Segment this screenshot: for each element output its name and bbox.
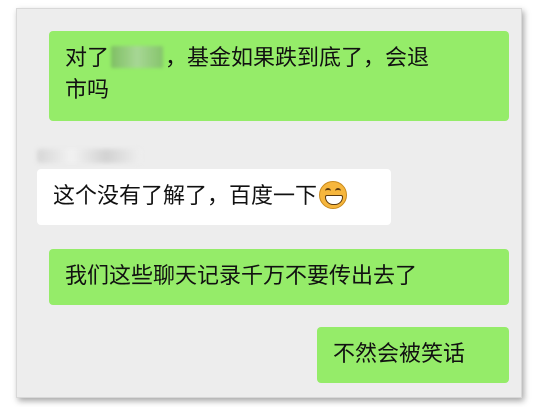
message-bubble-sent[interactable]: 我们这些聊天记录千万不要传出去了 xyxy=(49,249,509,305)
message-text: ，基金如果跌到底了，会退 xyxy=(165,46,430,71)
message-line: 对了 ，基金如果跌到底了，会退 xyxy=(65,43,493,75)
message-text: 这个没有了解了，百度一下 xyxy=(53,184,318,209)
redacted-name xyxy=(111,46,164,68)
grinning-face-emoji-icon xyxy=(319,181,348,209)
message-bubble-sent[interactable]: 对了 ，基金如果跌到底了，会退 市吗 xyxy=(49,31,509,121)
sender-name-redacted xyxy=(37,149,141,163)
message-line: 市吗 xyxy=(65,78,110,103)
message-bubble-sent[interactable]: 不然会被笑话 xyxy=(317,327,509,383)
message-text: 不然会被笑话 xyxy=(333,342,466,367)
message-bubble-received[interactable]: 这个没有了解了，百度一下 xyxy=(37,169,391,225)
message-text: 对了 xyxy=(65,46,110,71)
message-text: 我们这些聊天记录千万不要传出去了 xyxy=(65,264,418,289)
chat-window: 对了 ，基金如果跌到底了，会退 市吗 这个没有了解了，百度一下 我们这些聊天记录千… xyxy=(16,8,522,398)
